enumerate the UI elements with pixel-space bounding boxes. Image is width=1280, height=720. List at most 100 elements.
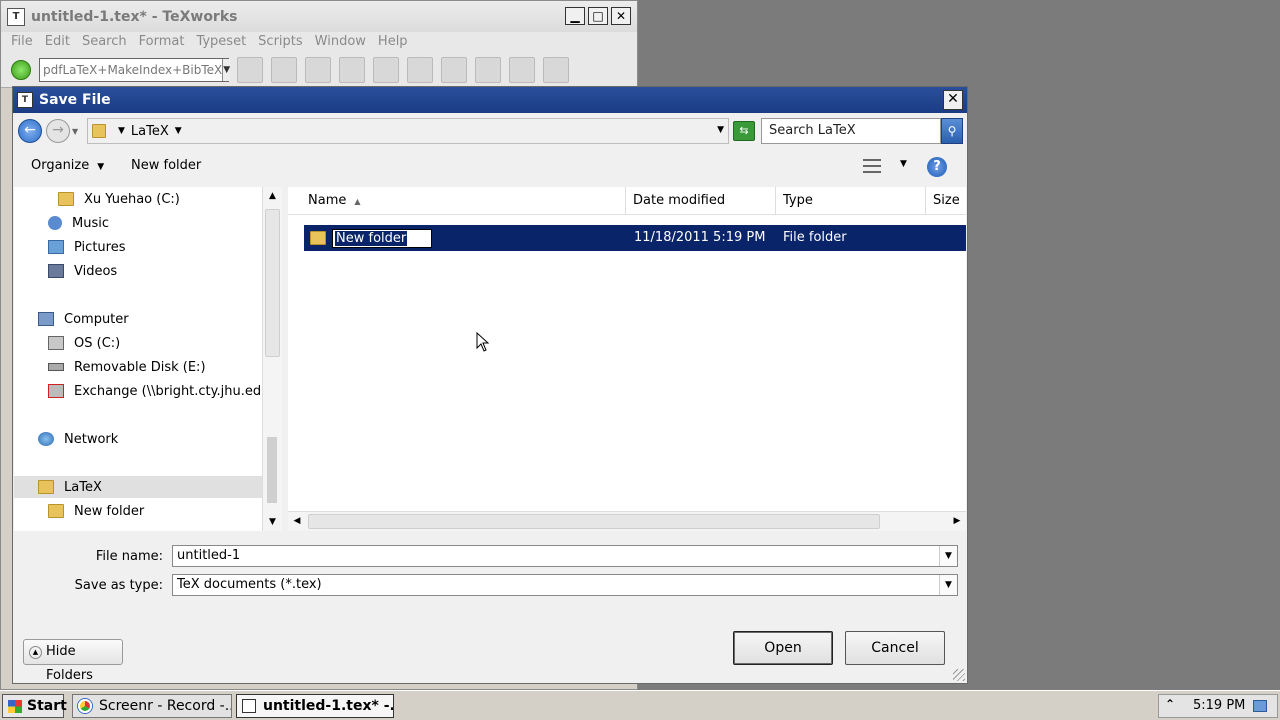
maximize-button[interactable]: □ <box>588 7 608 25</box>
view-details-icon[interactable] <box>863 159 881 173</box>
open-button[interactable]: Open <box>733 631 833 665</box>
chevron-down-icon: ▼ <box>97 162 105 172</box>
system-tray: ⌃ 5:19 PM <box>1158 694 1278 718</box>
new-document-icon[interactable] <box>237 56 263 83</box>
drive-icon <box>48 336 64 350</box>
save-as-type-value: TeX documents (*.tex) <box>177 577 322 592</box>
nav-item-os-c[interactable]: OS (C:) <box>48 332 120 354</box>
typeset-button[interactable] <box>11 59 31 80</box>
address-bar: ← → ▼ ▼ LaTeX ▼ ▼ ⇆ Search LaTeX ⚲ <box>13 115 967 147</box>
menu-window[interactable]: Window <box>309 32 372 52</box>
scroll-down-icon[interactable]: ▼ <box>263 513 282 531</box>
recent-pages-chevron-icon[interactable]: ▼ <box>72 127 78 136</box>
rename-input[interactable]: New folder <box>332 228 432 248</box>
menu-scripts[interactable]: Scripts <box>252 32 308 52</box>
scroll-right-icon[interactable]: ▶ <box>948 512 966 531</box>
chevron-down-icon[interactable]: ▼ <box>939 575 957 595</box>
help-icon[interactable]: ? <box>927 157 947 177</box>
folder-icon <box>48 504 64 518</box>
menu-edit[interactable]: Edit <box>39 32 76 52</box>
paste-icon[interactable] <box>475 56 501 83</box>
forward-arrow-icon[interactable]: → <box>46 119 70 143</box>
start-button[interactable]: Start <box>2 694 67 718</box>
chevron-up-icon: ▲ <box>29 646 42 659</box>
menu-search[interactable]: Search <box>76 32 133 52</box>
scroll-left-icon[interactable]: ◀ <box>288 512 306 531</box>
search-icon[interactable]: ⚲ <box>941 118 963 144</box>
breadcrumb[interactable]: ▼ LaTeX ▼ ▼ <box>87 118 729 144</box>
dialog-close-button[interactable]: ✕ <box>943 90 963 110</box>
computer-icon <box>38 312 54 326</box>
organize-button[interactable]: Organize ▼ <box>31 158 104 173</box>
save-icon[interactable] <box>305 56 331 83</box>
nav-item-network[interactable]: Network <box>38 428 118 450</box>
nav-item-label: LaTeX <box>64 479 102 495</box>
texworks-titlebar[interactable]: T untitled-1.tex* - TeXworks ▁ □ ✕ <box>1 1 637 32</box>
copy-icon[interactable] <box>441 56 467 83</box>
file-name-field[interactable]: untitled-1 ▼ <box>172 545 958 567</box>
file-list: Name ▲ Date modified Type Size New folder… <box>288 187 966 511</box>
chevron-down-icon[interactable]: ▼ <box>939 546 957 566</box>
table-row[interactable]: New folder 11/18/2011 5:19 PM File folde… <box>304 225 966 251</box>
scrollbar-thumb[interactable] <box>308 514 880 529</box>
menu-file[interactable]: File <box>5 32 39 52</box>
new-folder-button[interactable]: New folder <box>131 158 201 173</box>
column-header-size[interactable]: Size <box>926 187 966 215</box>
nav-item-label: Computer <box>64 311 129 327</box>
close-button[interactable]: ✕ <box>611 7 631 25</box>
search-input[interactable]: Search LaTeX <box>761 118 941 144</box>
minimize-button[interactable]: ▁ <box>565 7 585 25</box>
file-date-modified: 11/18/2011 5:19 PM <box>634 230 766 245</box>
address-dropdown-icon[interactable]: ▼ <box>717 125 724 135</box>
column-header-date-modified[interactable]: Date modified <box>626 187 776 215</box>
dialog-title: Save File <box>39 92 111 108</box>
back-arrow-icon[interactable]: ← <box>18 119 42 143</box>
clock[interactable]: 5:19 PM <box>1193 698 1245 713</box>
refresh-icon[interactable]: ⇆ <box>733 121 755 141</box>
taskbar-item-texworks[interactable]: untitled-1.tex* -... <box>236 694 394 718</box>
cut-icon[interactable] <box>407 56 433 83</box>
replace-icon[interactable] <box>543 56 569 83</box>
nav-item-latex[interactable]: LaTeX <box>14 476 262 498</box>
file-list-horizontal-scrollbar[interactable]: ◀ ▶ <box>288 511 966 531</box>
command-bar: Organize ▼ New folder ▼ ? <box>13 149 967 185</box>
save-as-type-select[interactable]: TeX documents (*.tex) ▼ <box>172 574 958 596</box>
nav-item-label: New folder <box>74 503 145 519</box>
nav-item-xu-yuehao[interactable]: Xu Yuehao (C:) <box>58 188 180 210</box>
scrollbar-thumb[interactable] <box>265 209 280 357</box>
resize-grip-icon[interactable] <box>953 669 965 681</box>
nav-item-exchange[interactable]: Exchange (\\bright.cty.jhu.edu <box>48 380 269 402</box>
breadcrumb-item-latex[interactable]: LaTeX <box>131 124 169 139</box>
show-hidden-icons-icon[interactable]: ⌃ <box>1165 697 1175 711</box>
column-headers: Name ▲ Date modified Type Size <box>288 187 966 215</box>
find-icon[interactable] <box>509 56 535 83</box>
scroll-up-icon[interactable]: ▲ <box>263 187 282 205</box>
open-folder-icon[interactable] <box>271 56 297 83</box>
nav-item-videos[interactable]: Videos <box>48 260 117 282</box>
taskbar-item-screenr[interactable]: Screenr - Record -... <box>72 694 232 718</box>
breadcrumb-chevron-icon[interactable]: ▼ <box>175 126 182 136</box>
typeset-engine-select[interactable]: pdfLaTeX+MakeIndex+BibTeX ▼ <box>39 57 231 82</box>
nav-item-pictures[interactable]: Pictures <box>48 236 125 258</box>
folder-icon <box>58 192 74 206</box>
column-header-type[interactable]: Type <box>776 187 926 215</box>
hide-folders-button[interactable]: ▲ Hide Folders <box>23 639 123 683</box>
menu-help[interactable]: Help <box>372 32 414 52</box>
save-as-type-label: Save as type: <box>74 578 163 593</box>
nav-item-removable-disk[interactable]: Removable Disk (E:) <box>48 356 206 378</box>
menu-typeset[interactable]: Typeset <box>190 32 252 52</box>
dialog-titlebar[interactable]: T Save File ✕ <box>13 87 967 113</box>
show-desktop-icon[interactable] <box>1253 700 1267 712</box>
menu-format[interactable]: Format <box>133 32 191 52</box>
file-name-value: untitled-1 <box>177 548 241 563</box>
nav-item-music[interactable]: Music <box>48 212 109 234</box>
column-header-name[interactable]: Name ▲ <box>288 187 626 215</box>
view-dropdown-icon[interactable]: ▼ <box>900 159 907 169</box>
nav-item-computer[interactable]: Computer <box>38 308 129 330</box>
undo-icon[interactable] <box>339 56 365 83</box>
nav-pane-scrollbar[interactable]: ▲ ▼ <box>262 187 282 531</box>
cancel-button[interactable]: Cancel <box>845 631 945 665</box>
redo-icon[interactable] <box>373 56 399 83</box>
breadcrumb-separator-icon[interactable]: ▼ <box>118 126 125 136</box>
nav-item-new-folder[interactable]: New folder <box>48 500 144 522</box>
